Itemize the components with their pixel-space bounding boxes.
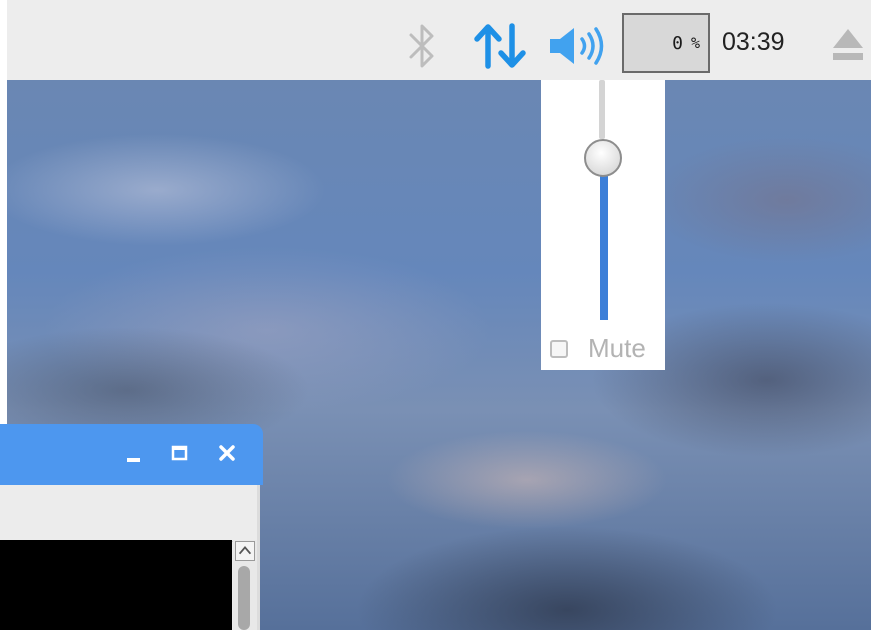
mute-checkbox[interactable] (550, 339, 568, 358)
vertical-scrollbar[interactable] (233, 540, 257, 630)
terminal-window (0, 424, 263, 630)
cpu-value: 0 (672, 32, 683, 54)
volume-icon[interactable] (548, 26, 606, 66)
network-icon[interactable] (474, 22, 528, 70)
volume-track-filled (600, 157, 608, 320)
volume-slider-handle[interactable] (584, 138, 622, 177)
terminal-area[interactable] (0, 540, 232, 630)
window-body (0, 485, 260, 630)
eject-icon[interactable] (830, 28, 866, 64)
close-icon[interactable] (214, 440, 240, 466)
mute-control[interactable]: Mute (550, 333, 646, 364)
window-titlebar[interactable] (0, 424, 263, 485)
volume-popup: Mute (541, 80, 665, 370)
clock[interactable]: 03:39 (722, 28, 785, 57)
mute-label: Mute (588, 333, 646, 363)
maximize-icon[interactable] (167, 440, 193, 466)
scrollbar-thumb[interactable] (238, 566, 250, 630)
bluetooth-icon[interactable] (408, 22, 438, 72)
minimize-icon[interactable] (122, 440, 148, 466)
cpu-unit: % (690, 34, 700, 52)
volume-track-empty (599, 80, 605, 139)
window-toolbar (0, 485, 257, 542)
cpu-usage-indicator[interactable]: 0 % (622, 13, 710, 73)
scroll-up-arrow-icon[interactable] (235, 541, 255, 561)
